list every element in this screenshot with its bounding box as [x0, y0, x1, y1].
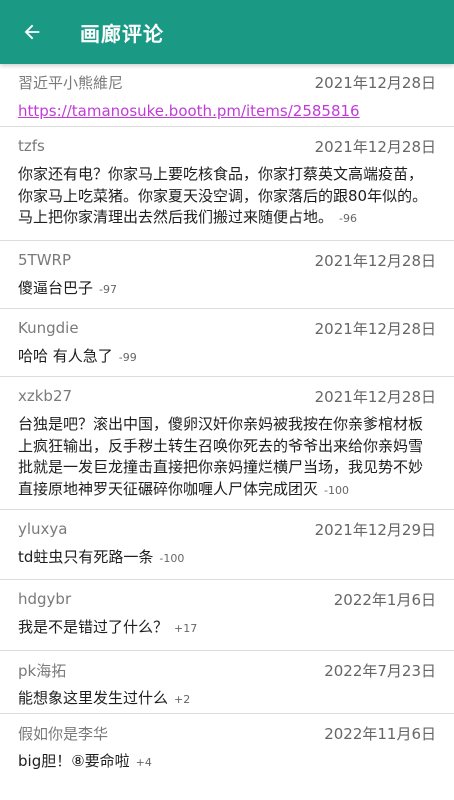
comment-text: 能想象这里发生过什么 [18, 689, 169, 707]
comment-username[interactable]: 假如你是李华 [18, 723, 108, 744]
comment-username[interactable]: 習近平小熊維尼 [18, 72, 123, 93]
comment-date: 2021年12月28日 [314, 137, 436, 156]
comment-username[interactable]: 5TWRP [18, 251, 71, 269]
comment-username[interactable]: yluxya [18, 520, 68, 538]
comment-score: +17 [174, 622, 198, 635]
comment-item: yluxya 2021年12月29日 td蛀虫只有死路一条 -100 [0, 510, 454, 580]
comment-text: 傻逼台巴子 [18, 279, 94, 297]
comment-date: 2022年11月6日 [324, 724, 436, 743]
comment-username[interactable]: hdgybr [18, 590, 71, 608]
comment-item: hdgybr 2022年1月6日 我是不是错过了什么？ +17 [0, 580, 454, 651]
comment-text: td蛀虫只有死路一条 [18, 548, 154, 566]
page-title: 画廊评论 [80, 21, 164, 46]
back-button[interactable] [0, 0, 64, 64]
comment-date: 2021年12月29日 [314, 520, 436, 539]
comment-link[interactable]: https://tamanosuke.booth.pm/items/258581… [18, 102, 360, 120]
comment-username[interactable]: xzkb27 [18, 387, 72, 405]
app-bar: 画廊评论 [0, 0, 454, 64]
comment-date: 2021年12月28日 [314, 73, 436, 92]
comment-score: -100 [324, 483, 349, 497]
comment-text: big胆！⑧要命啦 [18, 752, 130, 770]
comment-score: -100 [159, 552, 185, 565]
comment-username[interactable]: tzfs [18, 137, 45, 155]
comment-score: -96 [339, 212, 357, 225]
comment-text: 哈哈 有人急了 [18, 347, 113, 365]
comment-item: Kungdie 2021年12月28日 哈哈 有人急了 -99 [0, 309, 454, 377]
comment-date: 2022年1月6日 [333, 590, 436, 609]
comment-score: -99 [118, 351, 137, 364]
comment-date: 2021年12月28日 [314, 251, 436, 270]
comment-item: pk海拓 2022年7月23日 能想象这里发生过什么 +2 [0, 651, 454, 714]
arrow-left-icon [24, 24, 40, 40]
comment-text: 你家还有电？你家马上要吃核食品，你家打蔡英文高端疫苗，你家马上吃菜猪。你家夏天没… [18, 165, 428, 226]
comment-username[interactable]: pk海拓 [18, 660, 66, 681]
comment-date: 2021年12月28日 [314, 387, 436, 406]
comment-username[interactable]: Kungdie [18, 319, 79, 337]
comment-item: 假如你是李华 2022年11月6日 big胆！⑧要命啦 +4 [0, 714, 454, 794]
comment-date: 2021年12月28日 [314, 319, 436, 338]
comment-item: tzfs 2021年12月28日 你家还有电？你家马上要吃核食品，你家打蔡英文高… [0, 127, 454, 241]
comment-item: xzkb27 2021年12月28日 台独是吧？滚出中国，傻卵汉奸你亲妈被我按在… [0, 377, 454, 510]
comment-text: 我是不是错过了什么？ [18, 618, 169, 636]
comment-score: +4 [135, 756, 152, 769]
comment-score: -97 [99, 283, 117, 296]
comment-list[interactable]: 習近平小熊維尼 2021年12月28日 https://tamanosuke.b… [0, 64, 454, 794]
comment-text: 台独是吧？滚出中国，傻卵汉奸你亲妈被我按在你亲爹棺材板上疯狂输出，反手秽土转生召… [18, 415, 424, 498]
comment-item: 習近平小熊維尼 2021年12月28日 https://tamanosuke.b… [0, 64, 454, 127]
comment-item: 5TWRP 2021年12月28日 傻逼台巴子 -97 [0, 241, 454, 309]
comment-score: +2 [174, 693, 191, 706]
comment-date: 2022年7月23日 [324, 661, 436, 680]
